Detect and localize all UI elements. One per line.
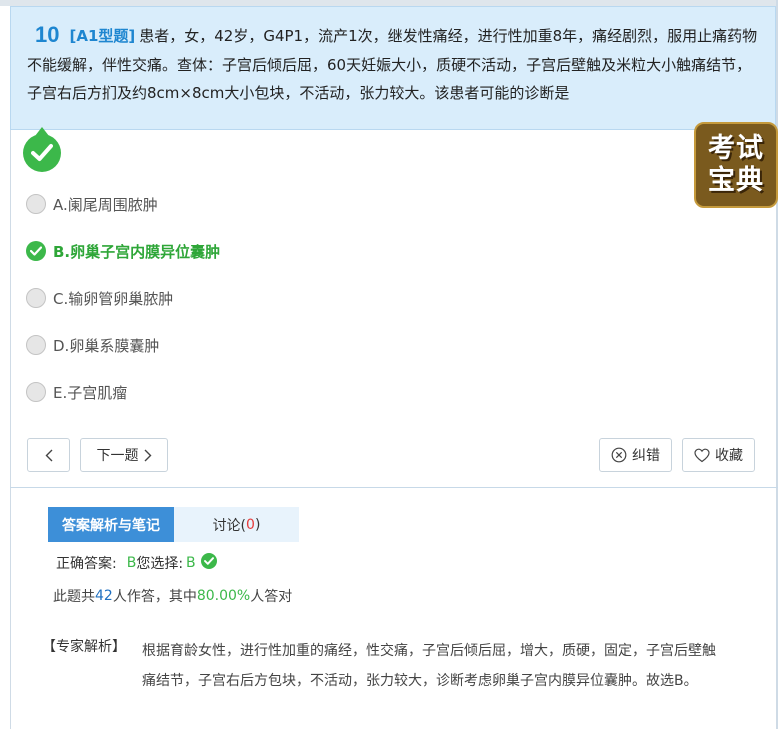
- stats-middle: 人作答，其中: [112, 589, 197, 605]
- logo-line-1: 考试: [708, 133, 764, 164]
- correct-answer-value: B: [126, 555, 137, 571]
- close-circle-icon: [611, 447, 627, 463]
- logo-line-2: 宝典: [708, 165, 764, 196]
- correct-answer-label: 正确答案:: [56, 556, 117, 572]
- question-panel: 10 [A1型题] 患者，女，42岁，G4P1，流产1次，继发性痛经，进行性加重8年…: [10, 6, 776, 130]
- favorite-label: 收藏: [715, 448, 743, 464]
- question-type: [A1型题]: [69, 27, 136, 45]
- next-question-label: 下一题: [96, 448, 139, 464]
- option-d[interactable]: D.卵巢系膜囊肿: [26, 333, 159, 357]
- check-circle-icon: [26, 241, 46, 261]
- selected-answer-value: B: [186, 555, 196, 571]
- option-c[interactable]: C.输卵管卵巢脓肿: [26, 286, 173, 310]
- option-a[interactable]: A.阑尾周围脓肿: [26, 192, 158, 216]
- report-error-label: 纠错: [632, 448, 660, 464]
- answer-summary: 正确答案: B 您选择: B: [56, 552, 217, 574]
- kaoshi-baodian-logo: 考试 宝典: [694, 122, 778, 208]
- answered-check-icon: [23, 127, 61, 172]
- section-divider: [10, 487, 778, 488]
- radio-icon: [26, 335, 46, 355]
- radio-icon: [26, 288, 46, 308]
- option-label: A.阑尾周围脓肿: [53, 195, 158, 214]
- option-label: D.卵巢系膜囊肿: [53, 336, 160, 355]
- stats-count: 42: [95, 588, 113, 604]
- stats-prefix: 此题共: [53, 589, 95, 605]
- expert-analysis-label: 【专家解析】: [42, 639, 126, 655]
- option-e[interactable]: E.子宫肌瘤: [26, 380, 127, 404]
- radio-icon: [26, 194, 46, 214]
- chevron-right-icon: [144, 449, 151, 461]
- report-error-button[interactable]: 纠错: [599, 438, 672, 472]
- chevron-left-icon: [45, 449, 52, 461]
- heart-icon: [694, 448, 710, 462]
- stats-suffix: 人答对: [250, 589, 293, 605]
- tab-discuss-close: ): [254, 516, 261, 533]
- radio-icon: [26, 382, 46, 402]
- selected-answer-label: 您选择:: [136, 556, 184, 572]
- expert-analysis-text: 根据育龄女性，进行性加重的痛经，性交痛，子宫后倾后屈，增大，质硬，固定，子宫后壁…: [142, 643, 716, 689]
- left-rule: [10, 130, 11, 729]
- question-text: 患者，女，42岁，G4P1，流产1次，继发性痛经，进行性加重8年，痛经剧烈，服用…: [27, 27, 758, 102]
- discuss-count: 0: [246, 516, 255, 533]
- tab-discuss-label: 讨论(: [212, 517, 247, 534]
- check-circle-icon: [200, 553, 217, 569]
- question-number: 10: [35, 22, 60, 47]
- stats-rate: 80.00%: [196, 588, 251, 604]
- next-question-button[interactable]: 下一题: [80, 438, 168, 472]
- option-label: E.子宫肌瘤: [53, 383, 128, 402]
- option-b[interactable]: B.卵巢子宫内膜异位囊肿: [26, 239, 220, 263]
- option-label: B.卵巢子宫内膜异位囊肿: [53, 242, 221, 261]
- tab-discuss[interactable]: 讨论(0): [174, 507, 299, 542]
- prev-question-button[interactable]: [27, 438, 70, 472]
- answer-stats: 此题共 42 人作答，其中 80.00% 人答对: [53, 585, 292, 607]
- option-label: C.输卵管卵巢脓肿: [53, 289, 174, 308]
- tab-analysis[interactable]: 答案解析与笔记: [48, 507, 174, 542]
- favorite-button[interactable]: 收藏: [682, 438, 755, 472]
